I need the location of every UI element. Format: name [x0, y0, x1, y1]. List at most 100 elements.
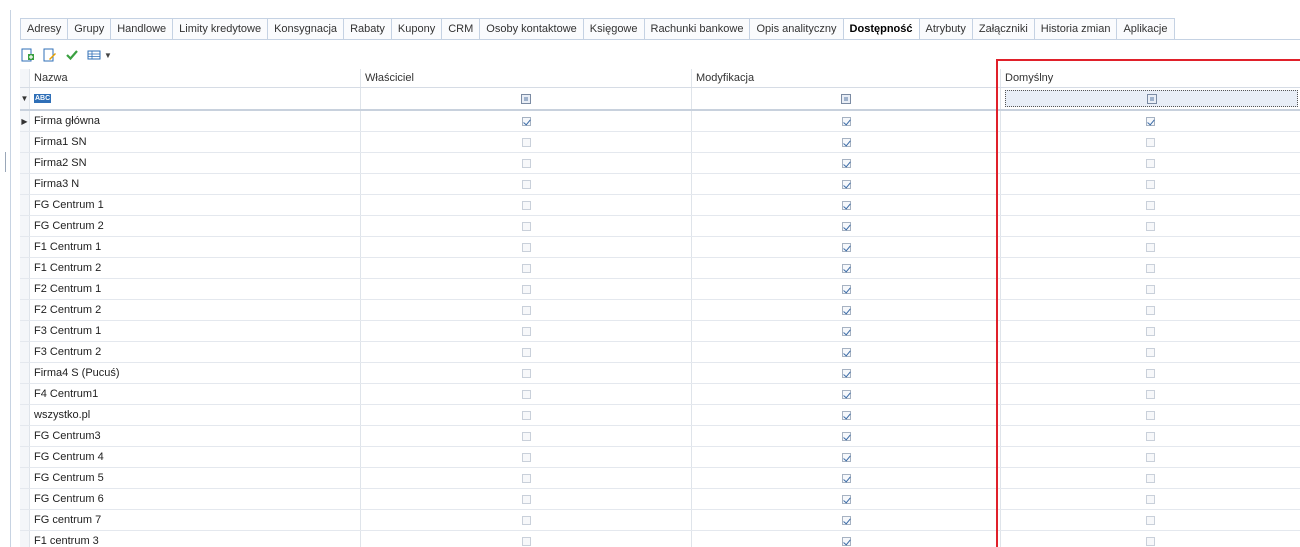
table-row[interactable]: Firma1 SN: [20, 132, 1300, 153]
cell-nazwa[interactable]: F1 Centrum 2: [30, 258, 361, 278]
table-row[interactable]: F1 centrum 3: [20, 531, 1300, 547]
checkbox-wlasciciel[interactable]: [521, 221, 531, 231]
cell-nazwa[interactable]: Firma główna: [30, 111, 361, 131]
row-indicator[interactable]: [20, 132, 30, 152]
checkbox-modyfikacja[interactable]: [841, 389, 851, 399]
add-button[interactable]: [20, 47, 36, 63]
checkbox-modyfikacja[interactable]: [841, 305, 851, 315]
checkbox-domyslny[interactable]: [1146, 410, 1155, 420]
table-row[interactable]: FG centrum 7: [20, 510, 1300, 531]
checkbox-modyfikacja[interactable]: [841, 536, 851, 546]
tab-13[interactable]: Atrybuty: [918, 18, 972, 39]
cell-nazwa[interactable]: F2 Centrum 1: [30, 279, 361, 299]
filter-icon[interactable]: ▼: [20, 88, 30, 109]
row-indicator[interactable]: [20, 384, 30, 404]
checkbox-domyslny[interactable]: [1146, 116, 1155, 126]
filter-modyfikacja[interactable]: [692, 88, 1001, 109]
cell-nazwa[interactable]: F1 Centrum 1: [30, 237, 361, 257]
current-row-indicator-icon[interactable]: ▶: [20, 111, 30, 131]
row-indicator[interactable]: [20, 531, 30, 547]
checkbox-modyfikacja[interactable]: [841, 116, 851, 126]
checkbox-domyslny[interactable]: [1146, 200, 1155, 210]
checkbox-modyfikacja[interactable]: [841, 263, 851, 273]
checkbox-modyfikacja[interactable]: [841, 410, 851, 420]
filter-domyslny-focus[interactable]: [1005, 90, 1298, 107]
table-row[interactable]: FG Centrum 1: [20, 195, 1300, 216]
tab-16[interactable]: Aplikacje: [1116, 18, 1175, 39]
row-indicator[interactable]: [20, 258, 30, 278]
row-indicator[interactable]: [20, 426, 30, 446]
checkbox-wlasciciel[interactable]: [521, 242, 531, 252]
tab-12[interactable]: Dostępność: [842, 18, 919, 40]
cell-nazwa[interactable]: wszystko.pl: [30, 405, 361, 425]
checkbox-modyfikacja[interactable]: [841, 200, 851, 210]
table-row[interactable]: FG Centrum 5: [20, 468, 1300, 489]
column-header-domyslny[interactable]: Domyślny: [1001, 69, 1300, 87]
checkbox-domyslny[interactable]: [1146, 473, 1155, 483]
checkbox-modyfikacja[interactable]: [841, 473, 851, 483]
checkbox-modyfikacja[interactable]: [841, 431, 851, 441]
cell-nazwa[interactable]: F1 centrum 3: [30, 531, 361, 547]
checkbox-domyslny[interactable]: [1146, 515, 1155, 525]
cell-nazwa[interactable]: FG centrum 7: [30, 510, 361, 530]
checkbox-domyslny[interactable]: [1146, 536, 1155, 546]
table-row[interactable]: ▶ Firma główna: [20, 111, 1300, 132]
checkbox-wlasciciel[interactable]: [521, 347, 531, 357]
tab-6[interactable]: Kupony: [390, 18, 442, 39]
table-row[interactable]: F2 Centrum 2: [20, 300, 1300, 321]
table-row[interactable]: F3 Centrum 1: [20, 321, 1300, 342]
table-row[interactable]: F1 Centrum 1: [20, 237, 1300, 258]
checkbox-domyslny[interactable]: [1146, 452, 1155, 462]
tab-7[interactable]: CRM: [441, 18, 480, 39]
checkbox-domyslny[interactable]: [1146, 494, 1155, 504]
checkbox-domyslny[interactable]: [1146, 347, 1155, 357]
checkbox-domyslny[interactable]: [1146, 242, 1155, 252]
row-indicator[interactable]: [20, 363, 30, 383]
checkbox-wlasciciel[interactable]: [521, 410, 531, 420]
checkbox-modyfikacja[interactable]: [841, 326, 851, 336]
tab-5[interactable]: Rabaty: [343, 18, 391, 39]
row-indicator[interactable]: [20, 447, 30, 467]
table-row[interactable]: wszystko.pl: [20, 405, 1300, 426]
cell-nazwa[interactable]: F4 Centrum1: [30, 384, 361, 404]
checkbox-wlasciciel[interactable]: [521, 473, 531, 483]
checkbox-modyfikacja[interactable]: [841, 179, 851, 189]
row-indicator[interactable]: [20, 300, 30, 320]
filter-nazwa[interactable]: ABC: [30, 88, 361, 109]
checkbox-domyslny[interactable]: [1146, 389, 1155, 399]
cell-nazwa[interactable]: Firma2 SN: [30, 153, 361, 173]
tab-8[interactable]: Osoby kontaktowe: [479, 18, 583, 39]
checkbox-modyfikacja[interactable]: [841, 242, 851, 252]
filter-checkbox-domyslny[interactable]: [1146, 93, 1157, 104]
cell-nazwa[interactable]: Firma4 S (Pucuś): [30, 363, 361, 383]
filter-domyslny[interactable]: [1001, 88, 1300, 109]
checkbox-domyslny[interactable]: [1146, 179, 1155, 189]
tab-14[interactable]: Załączniki: [971, 18, 1034, 39]
checkbox-domyslny[interactable]: [1146, 137, 1155, 147]
table-row[interactable]: F4 Centrum1: [20, 384, 1300, 405]
checkbox-wlasciciel[interactable]: [521, 305, 531, 315]
row-indicator[interactable]: [20, 405, 30, 425]
row-indicator[interactable]: [20, 153, 30, 173]
checkbox-domyslny[interactable]: [1146, 368, 1155, 378]
filter-checkbox-modyfikacja[interactable]: [841, 93, 851, 104]
table-row[interactable]: F1 Centrum 2: [20, 258, 1300, 279]
cell-nazwa[interactable]: FG Centrum 1: [30, 195, 361, 215]
grid-view-button[interactable]: [86, 47, 102, 63]
checkbox-wlasciciel[interactable]: [521, 158, 531, 168]
cell-nazwa[interactable]: F3 Centrum 2: [30, 342, 361, 362]
tab-2[interactable]: Handlowe: [110, 18, 173, 39]
checkbox-modyfikacja[interactable]: [841, 452, 851, 462]
cell-nazwa[interactable]: FG Centrum 2: [30, 216, 361, 236]
table-row[interactable]: FG Centrum 4: [20, 447, 1300, 468]
column-header-modyfikacja[interactable]: Modyfikacja: [692, 69, 1001, 87]
checkbox-wlasciciel[interactable]: [521, 536, 531, 546]
checkbox-wlasciciel[interactable]: [521, 452, 531, 462]
checkbox-wlasciciel[interactable]: [521, 494, 531, 504]
cell-nazwa[interactable]: Firma1 SN: [30, 132, 361, 152]
table-row[interactable]: F3 Centrum 2: [20, 342, 1300, 363]
cell-nazwa[interactable]: FG Centrum 4: [30, 447, 361, 467]
table-row[interactable]: FG Centrum 6: [20, 489, 1300, 510]
checkbox-modyfikacja[interactable]: [841, 158, 851, 168]
checkbox-wlasciciel[interactable]: [521, 326, 531, 336]
